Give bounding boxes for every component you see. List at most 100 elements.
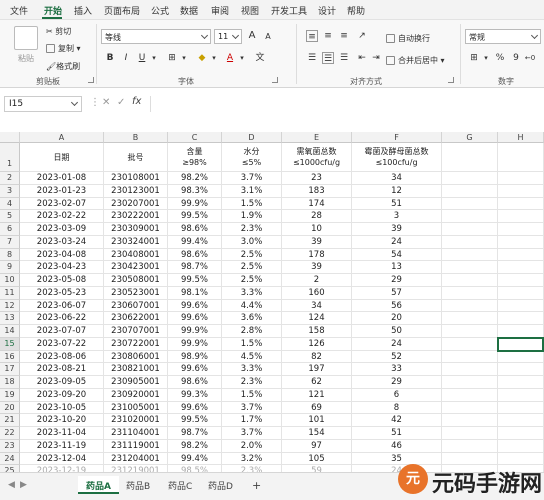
table-cell[interactable]	[498, 388, 544, 402]
table-cell[interactable]: 2.3%	[222, 465, 282, 472]
table-cell[interactable]	[498, 197, 544, 211]
table-cell[interactable]: 2023-12-04	[20, 452, 104, 466]
table-cell[interactable]	[498, 439, 544, 453]
table-cell[interactable]	[498, 261, 544, 274]
table-cell[interactable]: 39	[352, 223, 442, 236]
table-cell[interactable]	[442, 325, 498, 338]
table-cell[interactable]: 2023-04-08	[20, 248, 104, 262]
table-cell[interactable]	[498, 312, 544, 325]
table-cell[interactable]: 98.1%	[168, 286, 222, 300]
table-cell[interactable]: 56	[352, 299, 442, 313]
table-cell[interactable]: 3.0%	[222, 235, 282, 249]
bold-button[interactable]: B	[104, 52, 116, 64]
table-cell[interactable]	[498, 337, 544, 351]
table-cell[interactable]	[498, 299, 544, 313]
row-header[interactable]: 1	[0, 143, 20, 172]
formula-input[interactable]	[150, 96, 540, 112]
table-cell[interactable]: 2023-09-20	[20, 388, 104, 402]
menu-home[interactable]: 开始	[44, 4, 62, 17]
row-header[interactable]: 22	[0, 427, 20, 440]
table-cell[interactable]	[498, 350, 544, 364]
table-cell[interactable]	[442, 235, 498, 249]
table-cell[interactable]	[442, 401, 498, 415]
table-cell[interactable]: 2.5%	[222, 261, 282, 274]
underline-button[interactable]: U	[136, 52, 148, 64]
table-cell[interactable]: 2023-11-19	[20, 439, 104, 453]
table-cell[interactable]	[442, 363, 498, 376]
table-cell[interactable]: 3.3%	[222, 286, 282, 300]
column-header-g[interactable]: G	[442, 132, 498, 143]
table-cell[interactable]: 99.9%	[168, 197, 222, 211]
table-cell[interactable]: 2023-06-07	[20, 299, 104, 313]
table-cell[interactable]: 82	[282, 350, 352, 364]
table-cell[interactable]: 230806001	[104, 350, 168, 364]
table-cell[interactable]: 174	[282, 197, 352, 211]
table-cell[interactable]: 230123001	[104, 184, 168, 198]
table-cell[interactable]: 1.5%	[222, 388, 282, 402]
column-header-d[interactable]: D	[222, 132, 282, 143]
table-cell[interactable]: 98.5%	[168, 465, 222, 472]
table-cell[interactable]: 126	[282, 337, 352, 351]
align-top-icon[interactable]: ≡	[306, 30, 318, 42]
table-cell[interactable]: 3.3%	[222, 363, 282, 376]
table-cell[interactable]: 99.5%	[168, 274, 222, 287]
merge-center-button[interactable]: 合并后居中 ▾	[386, 55, 445, 66]
table-cell[interactable]: 2.0%	[222, 439, 282, 453]
table-cell[interactable]: 2023-12-19	[20, 465, 104, 472]
chevron-down-icon[interactable]: ▾	[148, 52, 160, 64]
align-left-icon[interactable]: ☰	[306, 52, 318, 64]
table-cell[interactable]: 24	[352, 337, 442, 351]
table-cell[interactable]: 59	[282, 465, 352, 472]
row-header[interactable]: 5	[0, 210, 20, 223]
table-cell[interactable]: 99.5%	[168, 210, 222, 223]
table-cell[interactable]	[498, 248, 544, 262]
table-cell[interactable]	[498, 172, 544, 185]
table-cell[interactable]: 99.6%	[168, 401, 222, 415]
table-cell[interactable]: 51	[352, 197, 442, 211]
table-cell[interactable]	[442, 427, 498, 440]
table-cell[interactable]: 10	[282, 223, 352, 236]
table-cell[interactable]: 231119001	[104, 439, 168, 453]
table-cell[interactable]: 99.9%	[168, 337, 222, 351]
header-cell-col-a[interactable]: 日期	[20, 143, 104, 172]
table-cell[interactable]: 183	[282, 184, 352, 198]
table-cell[interactable]: 23	[282, 172, 352, 185]
table-cell[interactable]: 2023-07-22	[20, 337, 104, 351]
table-cell[interactable]: 2023-09-05	[20, 376, 104, 389]
table-cell[interactable]	[442, 274, 498, 287]
table-cell[interactable]: 1.7%	[222, 414, 282, 427]
sheet-tab-d[interactable]: 药品D	[200, 476, 241, 494]
table-cell[interactable]: 2023-01-23	[20, 184, 104, 198]
column-header-c[interactable]: C	[168, 132, 222, 143]
menu-developer[interactable]: 开发工具	[271, 4, 307, 17]
table-cell[interactable]: 230108001	[104, 172, 168, 185]
table-cell[interactable]	[442, 439, 498, 453]
row-header[interactable]: 11	[0, 286, 20, 300]
table-cell[interactable]: 231005001	[104, 401, 168, 415]
row-header[interactable]: 7	[0, 235, 20, 249]
chevron-down-icon[interactable]: ▾	[208, 52, 220, 64]
increase-indent-icon[interactable]: ⇥	[370, 52, 382, 64]
table-cell[interactable]: 98.6%	[168, 223, 222, 236]
table-cell[interactable]	[442, 197, 498, 211]
table-cell[interactable]: 230821001	[104, 363, 168, 376]
table-cell[interactable]: 231104001	[104, 427, 168, 440]
table-cell[interactable]: 3.6%	[222, 312, 282, 325]
row-header[interactable]: 9	[0, 261, 20, 274]
table-cell[interactable]	[498, 325, 544, 338]
cut-button[interactable]: ✂ 剪切	[46, 26, 71, 37]
table-cell[interactable]	[498, 363, 544, 376]
table-cell[interactable]: 98.2%	[168, 172, 222, 185]
name-box[interactable]: I15	[4, 96, 82, 112]
table-cell[interactable]: 69	[282, 401, 352, 415]
table-cell[interactable]: 99.9%	[168, 325, 222, 338]
table-cell[interactable]: 3.2%	[222, 452, 282, 466]
table-cell[interactable]: 1.5%	[222, 337, 282, 351]
wrap-text-button[interactable]: 自动换行	[386, 33, 430, 44]
table-cell[interactable]: 124	[282, 312, 352, 325]
prev-sheet-icon[interactable]: ◀	[8, 480, 15, 490]
table-cell[interactable]: 230622001	[104, 312, 168, 325]
format-painter-button[interactable]: 🖌格式刷	[46, 61, 80, 72]
column-header-a[interactable]: A	[20, 132, 104, 143]
table-cell[interactable]: 33	[352, 363, 442, 376]
